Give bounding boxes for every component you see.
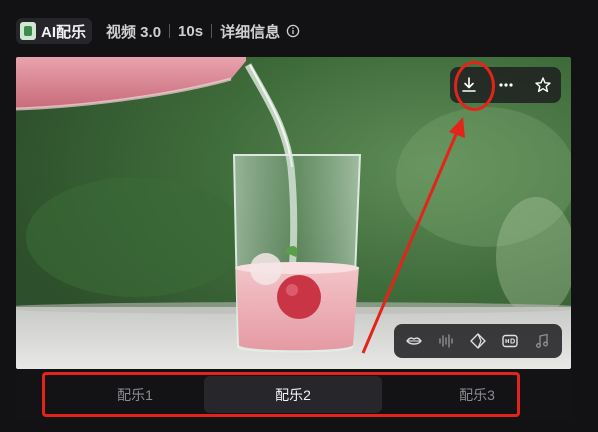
header-bar: AI配乐 视频 3.0 10s 详细信息 [16,18,300,44]
audio-wave-button[interactable] [431,326,461,356]
lips-icon [406,337,422,345]
tab-track-3[interactable]: 配乐3 [388,376,566,413]
more-button[interactable] [491,70,521,100]
duration-label: 10s [178,22,204,40]
music-button[interactable] [527,326,557,356]
model-label: 视频 3.0 [106,23,162,41]
video-action-toolbar [450,67,561,103]
diamond-button[interactable] [463,326,493,356]
info-icon[interactable] [286,24,300,38]
diamond-icon [470,333,486,349]
more-dots-icon [498,83,513,87]
star-icon [534,77,551,93]
music-track-tabs: 配乐1 配乐2 配乐3 [16,370,571,420]
ai-music-badge[interactable]: AI配乐 [16,18,93,44]
video-tools-toolbar [394,324,562,358]
video-meta: 视频 3.0 10s 详细信息 [106,21,300,42]
favorite-button[interactable] [528,70,558,100]
lip-sync-button[interactable] [399,326,429,356]
music-note-icon [536,333,548,348]
details-link[interactable]: 详细信息 [220,21,280,42]
tab-track-1[interactable]: 配乐1 [46,376,224,413]
hd-button[interactable] [495,326,525,356]
waveform-icon [439,334,453,348]
download-button[interactable] [454,70,484,100]
hd-icon [502,334,518,348]
download-icon [461,77,476,92]
video-preview[interactable] [16,57,571,369]
divider [211,24,213,38]
tab-track-2[interactable]: 配乐2 [204,376,382,413]
badge-label: AI配乐 [41,23,87,41]
music-thumbnail-icon [20,22,36,40]
video-frame-image [16,57,571,369]
divider [169,24,171,38]
